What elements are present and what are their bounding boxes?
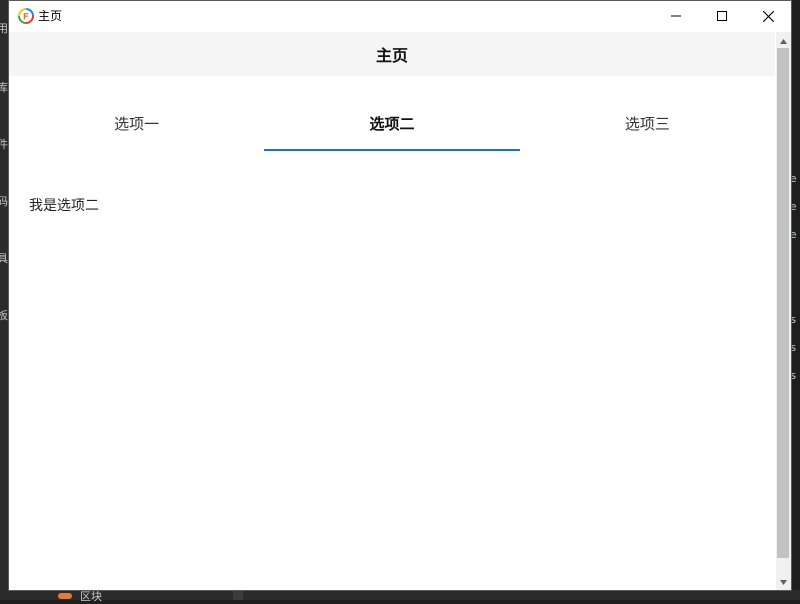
app-window: F 主页 主页 选项一 选项二 选项三 我是选项二	[8, 0, 792, 591]
close-button[interactable]	[745, 1, 791, 31]
minimize-icon	[671, 15, 681, 17]
background-glyph: 库	[0, 81, 8, 94]
scroll-down-button[interactable]	[776, 575, 791, 589]
background-glyph: 具	[0, 252, 8, 265]
scroll-down-arrow-icon	[780, 579, 787, 585]
maximize-icon	[717, 11, 727, 21]
minimize-button[interactable]	[653, 1, 699, 31]
background-glyph: 码	[0, 195, 8, 208]
background-left-panel: 用 库 件 码 具 板	[0, 0, 8, 600]
background-bottom-panel: 区块	[0, 590, 800, 603]
maximize-button[interactable]	[699, 1, 745, 31]
background-right-panel: e e e s s s	[790, 0, 800, 600]
scroll-up-button[interactable]	[776, 34, 791, 48]
scroll-up-arrow-icon	[780, 38, 787, 44]
page-header: 主页	[9, 32, 775, 76]
tab-option-1[interactable]: 选项一	[9, 99, 264, 151]
window-title: 主页	[38, 9, 63, 23]
background-glyph: 板	[0, 309, 8, 322]
tab-option-3[interactable]: 选项三	[520, 99, 775, 151]
tab-bar: 选项一 选项二 选项三	[9, 99, 775, 151]
tab-option-2[interactable]: 选项二	[264, 99, 520, 151]
background-glyph: 用	[0, 22, 8, 35]
vertical-scrollbar[interactable]	[776, 32, 791, 590]
app-logo-icon: F	[18, 8, 34, 24]
tab-content-text: 我是选项二	[29, 198, 99, 214]
background-glyph: 件	[0, 138, 8, 151]
title-bar[interactable]: F 主页	[9, 1, 791, 32]
scrollbar-thumb[interactable]	[777, 48, 789, 558]
page-title: 主页	[375, 46, 408, 65]
svg-text:F: F	[23, 13, 29, 23]
folder-icon	[58, 593, 72, 599]
background-scrollbar	[233, 590, 243, 600]
close-icon	[762, 10, 774, 22]
